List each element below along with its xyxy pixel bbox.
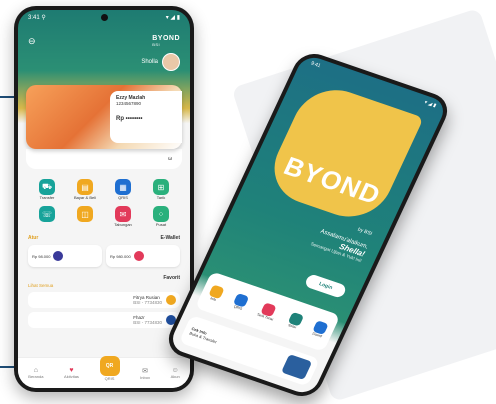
ewallet-card[interactable]: Rp 980.000 — [106, 245, 180, 267]
grid-icon: ⊞ — [153, 179, 169, 195]
favorite-item[interactable]: Fitrya Rusian BSI - 7734830 — [28, 292, 180, 308]
welcome-user: Shella! — [337, 241, 367, 259]
favorites-see-all[interactable]: Lihat Semua — [28, 283, 180, 288]
greeting-name: Sholla — [141, 59, 158, 65]
cart-icon: ⛟ — [39, 179, 55, 195]
phone-icon: ☏ — [39, 206, 55, 222]
ewallet-title: E-Wallet — [160, 235, 180, 241]
menu-item[interactable]: ◫ — [68, 206, 102, 227]
login-button[interactable]: Login — [303, 273, 348, 299]
account-balance: Rp •••••••• — [116, 116, 143, 122]
app-header: ⊖ BYOND BSI — [18, 21, 190, 47]
contact-icon — [166, 295, 176, 305]
menu-item[interactable]: ✉ Tabungan — [106, 206, 140, 227]
home-icon: ⌂ — [33, 367, 38, 374]
menu-item[interactable]: QRIS — [231, 292, 250, 311]
account-panel: Ezzy Mazlah 1234567890 Rp •••••••• — [110, 91, 182, 143]
user-icon: ☺ — [171, 367, 179, 374]
menu-item[interactable]: ☏ — [30, 206, 64, 227]
bottom-nav: ⌂ Beranda ♥ Aktivitas QR QRIS ✉ Inbox ☺ Akun — [18, 355, 190, 388]
brand-tagline: by BSI — [356, 226, 373, 237]
camera-icon — [101, 14, 108, 21]
wallet-icon — [53, 251, 64, 261]
logout-icon[interactable]: ⊖ — [28, 36, 36, 47]
receipt-icon: ▤ — [77, 179, 93, 195]
heart-icon: ♥ — [69, 367, 74, 374]
ewallet-section: Atur E-Wallet Rp 98.000 Rp 980.000 — [18, 227, 190, 267]
qris-icon: ▦ — [115, 179, 131, 195]
brand-logo: BYOND BSI — [152, 35, 180, 47]
mail-icon: ✉ — [142, 367, 148, 375]
menu-item[interactable]: ▤ Bayar & Beli — [68, 179, 102, 200]
nav-inbox[interactable]: ✉ Inbox — [140, 367, 150, 380]
avatar[interactable] — [162, 53, 180, 71]
greeting: Sholla — [18, 47, 190, 71]
quick-menu: ⛟ Transfer ▤ Bayar & Beli ▦ QRIS ⊞ Tarik… — [18, 169, 190, 227]
wallet-icon — [133, 251, 144, 261]
promo-image — [281, 354, 313, 381]
menu-item[interactable]: ⛟ Transfer — [30, 179, 64, 200]
menu-item[interactable]: Info — [207, 284, 225, 302]
apps-icon: ⁘ — [153, 206, 169, 222]
phone-front: 3:41 ⚲ ▾ ◢ ▮ ⊖ BYOND BSI Sholla Ezzy Maz… — [14, 6, 194, 392]
eye-icon[interactable]: ω — [168, 156, 172, 162]
nav-account[interactable]: ☺ Akun — [171, 367, 180, 379]
menu-item[interactable]: ▦ QRIS — [106, 179, 140, 200]
favorites-section: Favorit Lihat Semua Fitrya Rusian BSI - … — [18, 267, 190, 328]
menu-item[interactable]: ⁘ Pusat — [144, 206, 178, 227]
mail-icon: ✉ — [115, 206, 131, 222]
favorite-item[interactable]: Fhazr BSI - 7734830 — [28, 312, 180, 328]
ewallet-more[interactable]: Atur — [28, 235, 38, 241]
status-icons: ▾ ◢ ▮ — [165, 15, 180, 21]
nav-home[interactable]: ⌂ Beranda — [28, 367, 43, 379]
menu-item[interactable]: Ziswaf — [310, 320, 329, 338]
menu-item[interactable]: Tarik Tunai — [256, 302, 279, 322]
menu-item[interactable]: Setor — [286, 311, 304, 330]
account-number: 1234567890 — [116, 101, 142, 106]
menu-item[interactable]: ⊞ Tarik — [144, 179, 178, 200]
qris-icon: QR — [99, 355, 120, 376]
account-card[interactable]: Ezzy Mazlah 1234567890 Rp •••••••• — [26, 85, 182, 149]
card-footer: ω — [26, 149, 182, 169]
nav-activity[interactable]: ♥ Aktivitas — [64, 367, 79, 379]
status-time: 3:41 ⚲ — [28, 15, 46, 21]
favorites-title: Favorit — [163, 275, 180, 281]
ewallet-card[interactable]: Rp 98.000 — [28, 245, 102, 267]
pocket-icon: ◫ — [77, 206, 93, 222]
brand-blob — [261, 79, 424, 228]
phone-front-screen: 3:41 ⚲ ▾ ◢ ▮ ⊖ BYOND BSI Sholla Ezzy Maz… — [18, 10, 190, 388]
nav-qris[interactable]: QR QRIS — [99, 355, 120, 381]
